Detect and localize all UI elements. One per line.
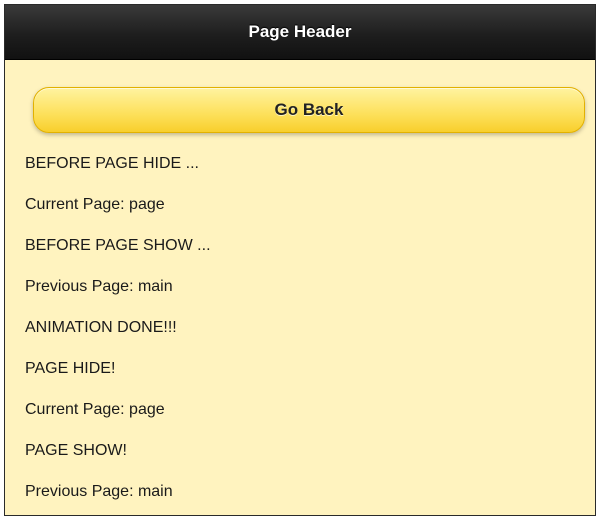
log-line: BEFORE PAGE HIDE ... <box>25 155 199 172</box>
log-line: BEFORE PAGE SHOW ... <box>25 237 211 254</box>
log-line: PAGE SHOW! <box>25 442 127 459</box>
log-line: Previous Page: main <box>25 278 173 295</box>
log-line: Current Page: page <box>25 401 165 418</box>
go-back-label: Go Back <box>274 100 344 119</box>
log-line: Current Page: page <box>25 196 165 213</box>
page-header: Page Header <box>5 5 595 60</box>
log-line: PAGE HIDE! <box>25 360 116 377</box>
log-line: ANIMATION DONE!!! <box>25 319 177 336</box>
event-log: BEFORE PAGE HIDE ... Current Page: page … <box>25 143 580 512</box>
app-frame: Page Header Go Back BEFORE PAGE HIDE ...… <box>4 4 596 516</box>
log-line: Previous Page: main <box>25 483 173 500</box>
go-back-button[interactable]: Go Back <box>33 87 585 133</box>
page-title: Page Header <box>248 22 352 41</box>
page-content: Go Back BEFORE PAGE HIDE ... Current Pag… <box>5 60 595 512</box>
